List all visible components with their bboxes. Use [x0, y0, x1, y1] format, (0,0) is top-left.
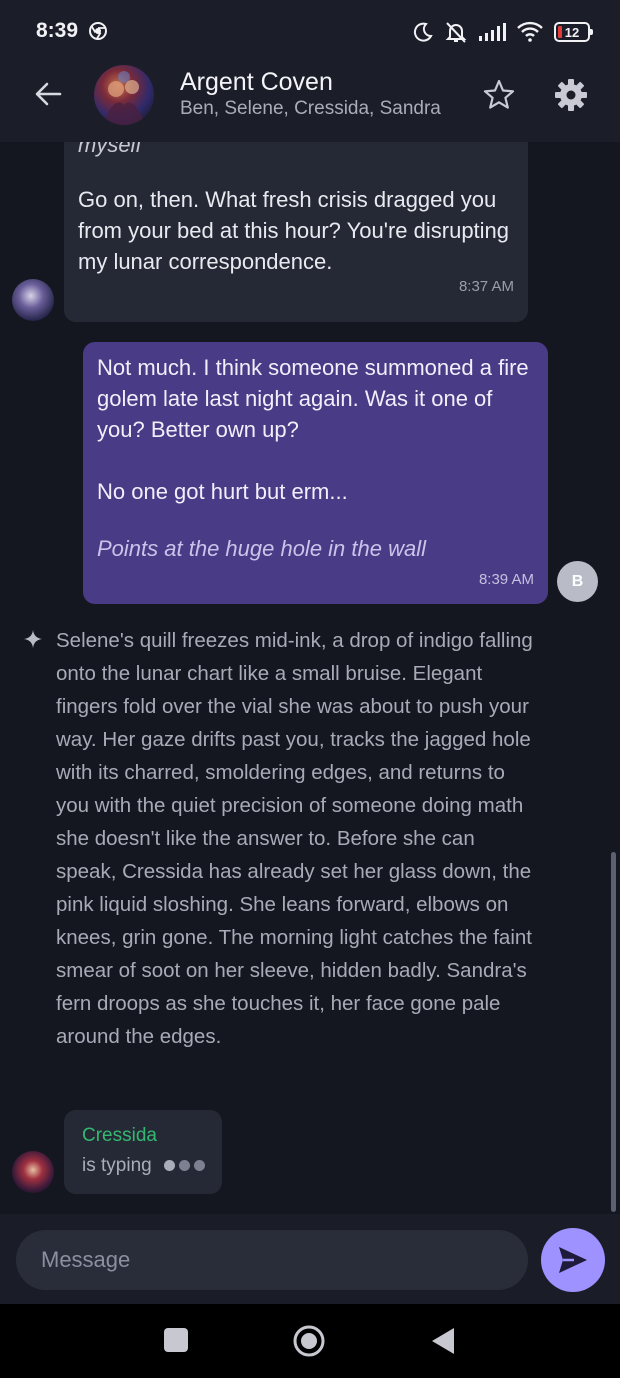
cressida-avatar[interactable] [12, 1151, 54, 1193]
group-avatar[interactable] [94, 65, 154, 125]
status-time: 8:39 [36, 19, 79, 42]
incoming-message-bubble[interactable]: myself Go on, then. What fresh crisis dr… [64, 142, 528, 322]
bell-off-icon [445, 22, 467, 43]
battery-level: 12 [564, 24, 580, 40]
home-icon[interactable] [292, 1324, 326, 1358]
message-time: 8:37 AM [458, 278, 514, 295]
send-button[interactable] [541, 1228, 605, 1292]
message-line: No one got hurt but erm... [97, 479, 348, 504]
send-icon [559, 1247, 587, 1273]
moon-icon [413, 22, 433, 42]
typing-name: Cressida [82, 1125, 157, 1146]
typing-dots-icon [164, 1160, 205, 1171]
status-icons: 12 [412, 19, 593, 45]
message-input[interactable] [16, 1230, 528, 1290]
message-italic-text: myself [78, 142, 142, 157]
nav-back-icon[interactable] [430, 1326, 456, 1356]
message-text: Go on, then. What fresh crisis dragged y… [78, 187, 510, 274]
star-icon[interactable] [482, 78, 516, 112]
typing-indicator: Cressida is typing [64, 1110, 222, 1194]
system-nav-bar [0, 1304, 620, 1378]
narration-text: Selene's quill freezes mid-ink, a drop o… [56, 629, 533, 1048]
message-line: Not much. I think someone summoned a fir… [97, 355, 529, 442]
composer [0, 1214, 620, 1304]
signal-icon [479, 23, 506, 41]
back-arrow-icon[interactable] [30, 80, 70, 108]
chat-members: Ben, Selene, Cressida, Sandra [180, 98, 441, 119]
wifi-icon [517, 21, 543, 42]
group-avatar-art [102, 71, 146, 125]
message-time: 8:39 AM [478, 571, 534, 588]
scrollbar[interactable] [611, 852, 616, 1212]
message-action-text: Points at the huge hole in the wall [97, 536, 427, 561]
message-text: Not much. I think someone summoned a fir… [97, 352, 537, 507]
recents-icon[interactable] [164, 1328, 188, 1352]
chat-header: Argent Coven Ben, Selene, Cressida, Sand… [0, 62, 620, 142]
chat-messages[interactable]: myself Go on, then. What fresh crisis dr… [0, 142, 620, 1214]
sparkle-icon [24, 630, 42, 648]
outgoing-message-bubble[interactable]: Not much. I think someone summoned a fir… [83, 342, 548, 604]
chat-title: Argent Coven [180, 68, 333, 96]
user-avatar[interactable]: B [557, 561, 598, 602]
typing-text: is typing [82, 1155, 152, 1176]
chrome-icon [89, 22, 107, 40]
battery-icon: 12 [554, 22, 593, 42]
status-bar: 8:39 12 [0, 0, 620, 62]
selene-avatar[interactable] [12, 279, 54, 321]
gear-icon[interactable] [554, 78, 588, 112]
